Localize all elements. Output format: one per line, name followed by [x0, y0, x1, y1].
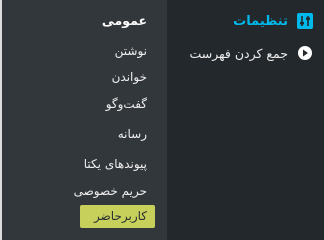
submenu-item-reading[interactable]: خواندن: [112, 70, 147, 84]
collapse-menu-button[interactable]: جمع کردن فهرست: [167, 38, 324, 68]
submenu-item-discussion[interactable]: گفت‌وگو: [106, 97, 147, 111]
admin-menu-screenshot: عمومی نوشتن خواندن گفت‌وگو رسانه پیوندها…: [0, 0, 324, 240]
settings-submenu: عمومی نوشتن خواندن گفت‌وگو رسانه پیوندها…: [2, 0, 167, 240]
submenu-item-privacy[interactable]: حریم خصوصی: [74, 184, 147, 198]
submenu-item-media[interactable]: رسانه: [118, 127, 147, 141]
collapse-menu-label: جمع کردن فهرست: [189, 45, 288, 61]
menu-item-settings[interactable]: تنظیمات: [167, 6, 324, 36]
submenu-item-current-user[interactable]: کاربرحاضر: [79, 205, 155, 228]
menu-item-settings-label: تنظیمات: [233, 13, 288, 29]
submenu-item-writing[interactable]: نوشتن: [115, 44, 147, 58]
submenu-item-permalinks[interactable]: پیوندهای یکتا: [84, 157, 147, 171]
admin-main-menu: تنظیمات جمع کردن فهرست: [167, 0, 324, 240]
settings-sliders-icon: [294, 10, 316, 32]
submenu-item-general[interactable]: عمومی: [102, 14, 147, 28]
collapse-menu-icon: [294, 42, 316, 64]
